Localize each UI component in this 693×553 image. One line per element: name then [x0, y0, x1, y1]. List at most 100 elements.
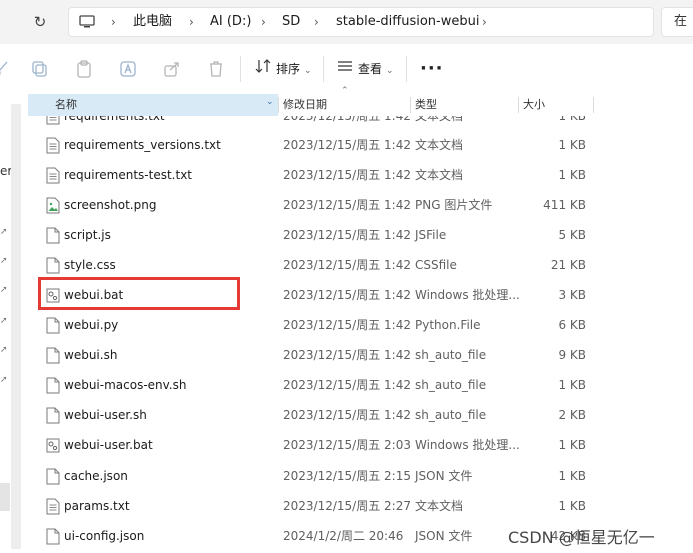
- search-input[interactable]: 在: [661, 7, 693, 37]
- refresh-icon[interactable]: ↻: [30, 12, 50, 32]
- column-header-row: 名称 ⌄ ⌃ 修改日期 类型 大小: [28, 86, 693, 116]
- file-size: 1 KB: [558, 138, 586, 152]
- file-size: 5 KB: [558, 228, 586, 242]
- file-type: JSON 文件: [415, 469, 473, 483]
- list-item[interactable]: webui-user.bat 2023/12/15/周五 2:03 Window…: [0, 430, 693, 460]
- list-item[interactable]: webui.sh 2023/12/15/周五 1:42 sh_auto_file…: [0, 340, 693, 370]
- list-item[interactable]: cache.json 2023/12/15/周五 2:15 JSON 文件 1 …: [0, 461, 693, 491]
- breadcrumb-drive[interactable]: AI (D:): [210, 8, 251, 36]
- file-type: CSSfile: [415, 258, 457, 272]
- sort-label: 排序: [276, 62, 301, 76]
- file-name: requirements_versions.txt: [64, 138, 221, 152]
- blank-file-icon: [46, 377, 60, 394]
- list-item[interactable]: requirements-test.txt 2023/12/15/周五 1:42…: [0, 160, 693, 190]
- text-file-icon: [46, 167, 60, 184]
- file-type: 文本文档: [415, 138, 464, 152]
- column-divider[interactable]: [278, 97, 279, 113]
- file-name: requirements-test.txt: [64, 168, 192, 182]
- list-item[interactable]: webui-user.sh 2023/12/15/周五 1:42 sh_auto…: [0, 400, 693, 430]
- file-size: 1 KB: [558, 378, 586, 392]
- chevron-right-icon: ›: [111, 15, 116, 29]
- address-bar[interactable]: › 此电脑 › AI (D:) › SD › stable-diffusion-…: [68, 7, 654, 37]
- batch-file-icon: [46, 437, 60, 454]
- breadcrumb-sd[interactable]: SD: [282, 8, 300, 36]
- highlight-box: [38, 277, 240, 310]
- sort-button[interactable]: 排序 ⌄: [255, 57, 312, 81]
- file-list: requirements.txt 2023/12/15/周五 1:42 文本文档…: [0, 116, 693, 553]
- toolbar-divider: [323, 56, 324, 82]
- file-date: 2023/12/15/周五 1:42: [283, 378, 411, 392]
- file-type: sh_auto_file: [415, 348, 487, 362]
- column-header-type[interactable]: 类型: [415, 94, 437, 116]
- chevron-down-icon: ⌄: [386, 66, 394, 76]
- blank-file-icon: [46, 407, 60, 424]
- share-icon[interactable]: [162, 59, 182, 79]
- blank-file-icon: [46, 257, 60, 274]
- file-date: 2023/12/15/周五 1:42: [283, 116, 411, 123]
- file-date: 2023/12/15/周五 1:42: [283, 138, 411, 152]
- list-item[interactable]: requirements.txt 2023/12/15/周五 1:42 文本文档…: [0, 116, 693, 131]
- blank-file-icon: [46, 468, 60, 485]
- file-date: 2023/12/15/周五 2:15: [283, 469, 411, 483]
- file-type: 文本文档: [415, 168, 464, 182]
- cut-icon[interactable]: [0, 59, 12, 79]
- list-item[interactable]: params.txt 2023/12/15/周五 2:27 文本文档 1 KB: [0, 491, 693, 521]
- chevron-down-icon: ⌄: [304, 66, 312, 76]
- file-size: 9 KB: [558, 348, 586, 362]
- list-item[interactable]: requirements_versions.txt 2023/12/15/周五 …: [0, 130, 693, 160]
- copy-icon[interactable]: [30, 59, 50, 79]
- chevron-down-icon[interactable]: ⌄: [266, 97, 274, 107]
- delete-icon[interactable]: [206, 59, 226, 79]
- sort-ascending-icon: ⌃: [341, 86, 349, 96]
- file-size: 3 KB: [558, 288, 586, 302]
- file-type: JSFile: [415, 228, 447, 242]
- file-type: 文本文档: [415, 116, 464, 123]
- file-name: ui-config.json: [64, 529, 145, 543]
- file-name: params.txt: [64, 499, 130, 513]
- breadcrumb-computer[interactable]: 此电脑: [133, 8, 172, 36]
- blank-file-icon: [46, 347, 60, 364]
- column-divider[interactable]: [410, 97, 411, 113]
- paste-icon[interactable]: [74, 59, 94, 79]
- column-header-size[interactable]: 大小: [523, 94, 545, 116]
- more-options-button[interactable]: ···: [420, 57, 444, 81]
- blank-file-icon: [46, 227, 60, 244]
- breadcrumb-webui[interactable]: stable-diffusion-webui: [336, 8, 479, 36]
- file-name: requirements.txt: [64, 116, 165, 123]
- file-size: 1 KB: [558, 438, 586, 452]
- text-file-icon: [46, 116, 60, 125]
- list-item[interactable]: style.css 2023/12/15/周五 1:42 CSSfile 21 …: [0, 250, 693, 280]
- file-size: 411 KB: [543, 198, 586, 212]
- column-divider[interactable]: [518, 97, 519, 113]
- list-item[interactable]: script.js 2023/12/15/周五 1:42 JSFile 5 KB: [0, 220, 693, 250]
- file-date: 2023/12/15/周五 1:42: [283, 348, 411, 362]
- column-header-date[interactable]: 修改日期: [283, 94, 327, 116]
- file-date: 2023/12/15/周五 1:42: [283, 228, 411, 242]
- list-item[interactable]: webui-macos-env.sh 2023/12/15/周五 1:42 sh…: [0, 370, 693, 400]
- rename-icon[interactable]: [118, 59, 138, 79]
- file-size: 1 KB: [558, 499, 586, 513]
- chevron-right-icon: ›: [261, 15, 266, 29]
- file-type: Python.File: [415, 318, 481, 332]
- file-type: JSON 文件: [415, 529, 473, 543]
- file-name: webui-macos-env.sh: [64, 378, 187, 392]
- list-item[interactable]: webui.py 2023/12/15/周五 1:42 Python.File …: [0, 310, 693, 340]
- file-name: script.js: [64, 228, 111, 242]
- file-type: Windows 批处理...: [415, 438, 520, 452]
- toolbar-divider: [406, 56, 407, 82]
- file-type: sh_auto_file: [415, 378, 487, 392]
- file-name: cache.json: [64, 469, 128, 483]
- chevron-right-icon: ›: [189, 15, 194, 29]
- list-item[interactable]: screenshot.png 2023/12/15/周五 1:42 PNG 图片…: [0, 190, 693, 220]
- column-header-name[interactable]: 名称: [28, 94, 278, 116]
- chevron-right-icon[interactable]: ›: [482, 8, 487, 36]
- column-divider[interactable]: [593, 97, 594, 113]
- address-row: ↻ › 此电脑 › AI (D:) › SD › stable-diffusio…: [0, 0, 693, 44]
- file-size: 1 KB: [558, 116, 586, 123]
- file-size: 1 KB: [558, 469, 586, 483]
- view-button[interactable]: 查看 ⌄: [337, 57, 394, 81]
- file-size: 6 KB: [558, 318, 586, 332]
- file-size: 2 KB: [558, 408, 586, 422]
- file-date: 2023/12/15/周五 2:03: [283, 438, 411, 452]
- text-file-icon: [46, 498, 60, 515]
